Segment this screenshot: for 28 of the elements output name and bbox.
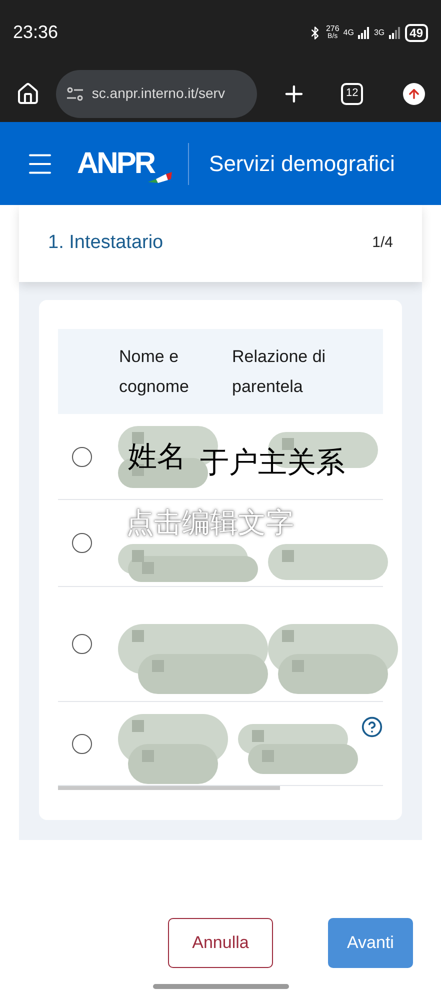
home-icon[interactable] (16, 82, 40, 106)
tab-count-button[interactable]: 12 (341, 82, 364, 104)
tune-icon (66, 86, 84, 100)
edit-hint-text: 点击编辑文字 (126, 506, 294, 540)
column-header: Nome e cognome (119, 346, 190, 398)
cancel-button[interactable]: Annulla (168, 918, 273, 968)
header-title: Servizi demografici (209, 150, 395, 178)
radio-button[interactable] (72, 734, 92, 754)
annotation-text: 姓名 (128, 440, 186, 475)
radio-button[interactable] (72, 533, 92, 553)
battery-level: 49 (404, 24, 428, 42)
network-label: 4G (343, 26, 354, 38)
url-field[interactable]: sc.anpr.interno.it/serv (56, 70, 258, 118)
upload-icon[interactable] (403, 82, 425, 104)
step-title: 1. Intestatario (48, 231, 164, 256)
radio-button[interactable] (72, 446, 92, 466)
help-icon[interactable] (361, 716, 383, 738)
annotation-text: 于户主关系 (200, 446, 345, 481)
step-counter: 1/4 (372, 233, 393, 254)
radio-button[interactable] (72, 634, 92, 654)
signal-icon (388, 26, 401, 38)
column-header: Relazione di parentela (232, 346, 327, 398)
status-time: 23:36 (13, 21, 58, 44)
anpr-logo[interactable]: ANPR (77, 141, 172, 186)
network-label: 3G (374, 26, 385, 38)
url-text: sc.anpr.interno.it/serv (92, 84, 225, 103)
network-speed: 276 (326, 25, 340, 33)
signal-icon (358, 26, 370, 38)
